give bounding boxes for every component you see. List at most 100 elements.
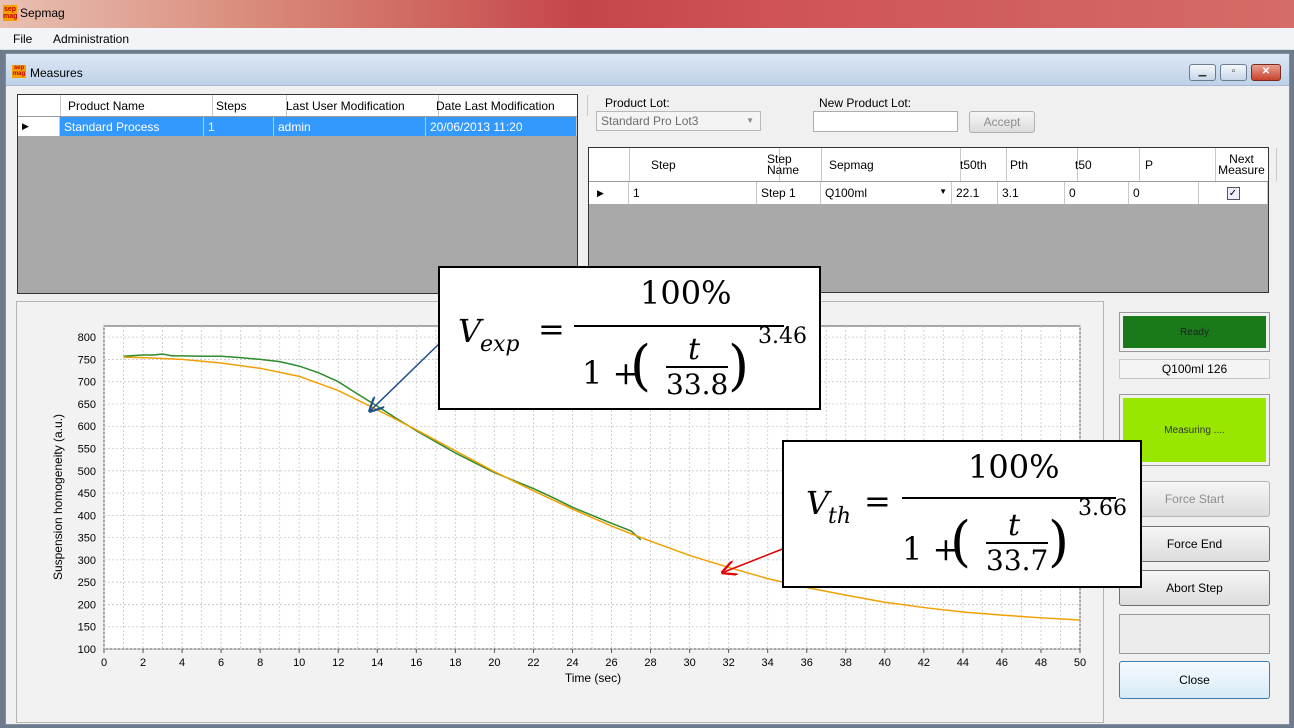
y-tick-label: 650 [78, 399, 96, 411]
x-tick-label: 14 [371, 657, 383, 669]
y-tick-label: 750 [78, 354, 96, 366]
x-tick-label: 50 [1074, 657, 1086, 669]
cell-step-name[interactable]: Step 1 [757, 182, 821, 204]
x-tick-label: 28 [644, 657, 656, 669]
menu-administration[interactable]: Administration [53, 32, 129, 46]
window-close-button[interactable]: ✕ [1251, 64, 1281, 81]
minimize-button[interactable]: ▁ [1189, 64, 1216, 81]
product-table-header: Product Name Steps Last User Modificatio… [18, 95, 588, 117]
x-tick-label: 30 [683, 657, 695, 669]
eq-th-equals: = [864, 482, 891, 520]
measures-title-bar: sep mag Measures ▁ ▫ ✕ [6, 54, 1289, 86]
x-tick-label: 46 [996, 657, 1008, 669]
product-lot-label: Product Lot: [605, 96, 670, 110]
y-tick-label: 550 [78, 444, 96, 456]
eq-exp-left-paren: ( [630, 334, 652, 397]
cell-p[interactable]: 0 [1129, 182, 1199, 204]
x-tick-label: 10 [293, 657, 305, 669]
app-title: Sepmag [20, 6, 65, 20]
column-next-measure[interactable]: Next Measure [1199, 148, 1277, 181]
y-tick-label: 250 [78, 577, 96, 589]
x-tick-label: 40 [879, 657, 891, 669]
cell-steps: 1 [204, 117, 274, 136]
column-date-last-modification[interactable]: Date Last Modification [426, 95, 588, 116]
x-axis-label: Time (sec) [565, 671, 621, 685]
y-tick-label: 400 [78, 510, 96, 522]
next-measure-checkbox[interactable]: ✓ [1226, 186, 1240, 200]
x-tick-label: 38 [840, 657, 852, 669]
table-row[interactable]: ▶ Standard Process 1 admin 20/06/2013 11… [18, 117, 577, 136]
y-tick-label: 450 [78, 488, 96, 500]
accept-button[interactable]: Accept [969, 111, 1035, 133]
x-tick-label: 22 [527, 657, 539, 669]
cell-t50th[interactable]: 22.1 [952, 182, 998, 204]
row-header-column [18, 95, 61, 116]
row-header-column [589, 148, 630, 181]
x-tick-label: 0 [101, 657, 107, 669]
x-tick-label: 8 [257, 657, 263, 669]
cell-step[interactable]: 1 [629, 182, 757, 204]
x-tick-label: 42 [918, 657, 930, 669]
eq-exp-exponent: 3.46 [758, 324, 807, 349]
table-row[interactable]: ▶ 1 Step 1 Q100ml ▼ 22.1 3.1 0 0 ✓ [589, 182, 1268, 204]
chevron-down-icon: ▼ [939, 187, 947, 196]
eq-th-t: t [1008, 508, 1021, 543]
column-step-name[interactable]: Step Name [757, 148, 822, 181]
new-product-lot-input[interactable] [813, 111, 958, 132]
device-label: Q100ml 126 [1119, 359, 1270, 379]
chevron-down-icon: ▼ [746, 116, 754, 125]
step-table-header: Step Step Name Sepmag t50th Pth t50 P Ne… [589, 148, 1277, 182]
x-tick-label: 4 [179, 657, 185, 669]
eq-th-exponent: 3.66 [1078, 496, 1127, 521]
y-tick-label: 700 [78, 377, 96, 389]
sepmag-logo-icon: sep mag [3, 5, 18, 21]
x-tick-label: 20 [488, 657, 500, 669]
eq-th-lhs: V [806, 484, 830, 522]
x-tick-label: 2 [140, 657, 146, 669]
x-tick-label: 26 [605, 657, 617, 669]
y-axis-label: Suspension homogeneity (a.u.) [51, 414, 65, 580]
eq-th-numerator: 100% [968, 448, 1060, 486]
app-title-bar: sep mag Sepmag [0, 0, 1294, 28]
cell-product-name: Standard Process [60, 117, 204, 136]
new-product-lot-label: New Product Lot: [819, 96, 912, 110]
x-tick-label: 6 [218, 657, 224, 669]
product-table: Product Name Steps Last User Modificatio… [17, 94, 588, 294]
x-tick-label: 12 [332, 657, 344, 669]
x-tick-label: 32 [723, 657, 735, 669]
menu-file[interactable]: File [13, 32, 32, 46]
equation-th-box: V th = 100% 1 + ( t 33.7 ) 3.66 [782, 440, 1142, 588]
ready-status: Ready [1123, 316, 1266, 348]
eq-th-sub: th [828, 504, 852, 529]
close-button[interactable]: Close [1119, 661, 1270, 699]
column-sepmag[interactable]: Sepmag [821, 148, 961, 181]
restore-button[interactable]: ▫ [1220, 64, 1247, 81]
product-lot-select[interactable]: Standard Pro Lot3 ▼ [596, 111, 761, 131]
eq-th-right-paren: ) [1048, 510, 1070, 573]
eq-th-denominator: 33.7 [986, 544, 1049, 577]
eq-exp-equals: = [538, 310, 565, 348]
x-tick-label: 36 [801, 657, 813, 669]
column-product-name[interactable]: Product Name [60, 95, 213, 116]
cell-pth[interactable]: 3.1 [998, 182, 1065, 204]
column-last-user[interactable]: Last User Modification [274, 95, 439, 116]
product-lot-value: Standard Pro Lot3 [601, 114, 699, 128]
message-panel [1119, 614, 1270, 654]
y-tick-label: 200 [78, 599, 96, 611]
eq-exp-right-paren: ) [728, 334, 750, 397]
menu-bar: File Administration [0, 28, 1294, 50]
cell-sepmag: Q100ml [825, 186, 868, 200]
eq-exp-denominator: 33.8 [666, 368, 729, 401]
equation-exp-box: V exp = 100% 1 + ( t 33.8 ) 3.46 [438, 266, 821, 410]
cell-last-user: admin [274, 117, 426, 136]
eq-exp-lhs: V [458, 312, 482, 350]
next-measure-cell[interactable]: ✓ [1199, 182, 1268, 204]
sepmag-combo[interactable]: Q100ml ▼ [821, 182, 952, 204]
eq-exp-fraction-bar [574, 325, 784, 327]
cell-t50[interactable]: 0 [1065, 182, 1129, 204]
x-tick-label: 18 [449, 657, 461, 669]
eq-th-left-paren: ( [950, 510, 972, 573]
x-tick-label: 24 [566, 657, 578, 669]
measuring-status: Measuring .... [1123, 398, 1266, 462]
eq-exp-sub: exp [480, 332, 520, 357]
